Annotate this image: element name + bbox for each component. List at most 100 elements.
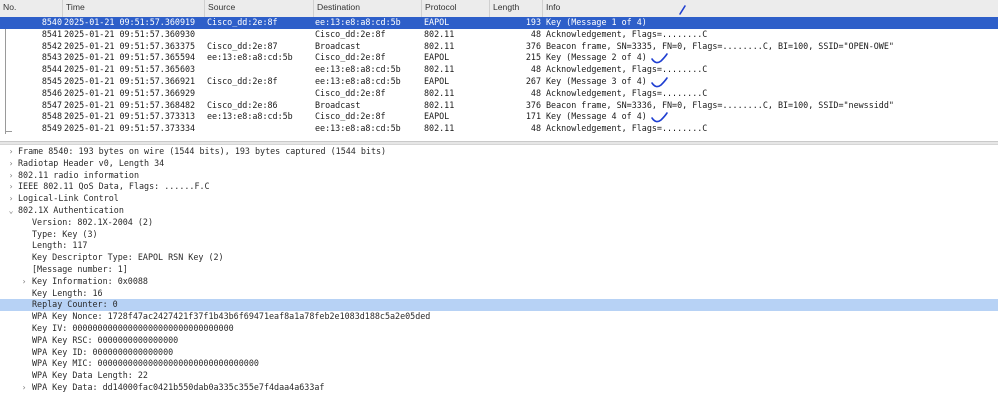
packet-length: 48	[530, 123, 541, 134]
packet-destination: Cisco_dd:2e:8f	[315, 28, 386, 39]
packet-row[interactable]: 8546 2025-01-21 09:51:57.366929 Cisco_dd…	[0, 88, 998, 100]
packet-length: 193	[525, 17, 541, 27]
chevron-right-icon[interactable]: ›	[6, 170, 16, 182]
tree-item-label: Length: 117	[32, 240, 88, 251]
tree-item-label: Type: Key (3)	[32, 228, 98, 239]
packet-info: Key (Message 1 of 4)	[546, 17, 647, 27]
chevron-right-icon[interactable]: ›	[6, 181, 16, 193]
tree-item-radiotap[interactable]: › Radiotap Header v0, Length 34	[0, 158, 998, 170]
tree-field[interactable]: Key Length: 16	[0, 288, 998, 300]
packet-source: Cisco_dd:2e:8f	[207, 75, 278, 86]
tree-item-label: Key Information: 0x0088	[32, 275, 148, 286]
tree-item-key-information[interactable]: › Key Information: 0x0088	[0, 276, 998, 288]
packet-length: 171	[525, 111, 541, 122]
packet-protocol: 802.11	[424, 28, 455, 39]
tree-item-label: Key Descriptor Type: EAPOL RSN Key (2)	[32, 252, 224, 263]
tree-field[interactable]: WPA Key Nonce: 1728f47ac2427421f37f1b43b…	[0, 311, 998, 323]
packet-destination: Cisco_dd:2e:8f	[315, 52, 386, 63]
packet-no: 8546	[41, 87, 62, 98]
tree-item-radio-info[interactable]: › 802.11 radio information	[0, 170, 998, 182]
tree-field-selected[interactable]: Replay Counter: 0	[0, 299, 998, 312]
chevron-right-icon[interactable]: ›	[6, 146, 16, 158]
packet-length: 48	[530, 87, 541, 98]
column-header-destination[interactable]: Destination	[313, 0, 421, 17]
packet-info: Acknowledgement, Flags=........C	[546, 87, 708, 98]
packet-row[interactable]: 8547 2025-01-21 09:51:57.368482 Cisco_dd…	[0, 100, 998, 112]
tree-item-label: 802.11 radio information	[18, 169, 140, 180]
packet-source: Cisco_dd:2e:86	[207, 99, 278, 110]
tree-field[interactable]: Type: Key (3)	[0, 229, 998, 241]
packet-info: Key (Message 3 of 4)	[546, 75, 647, 86]
packet-row[interactable]: 8543 2025-01-21 09:51:57.365594 ee:13:e8…	[0, 52, 998, 64]
tree-item-frame[interactable]: › Frame 8540: 193 bytes on wire (1544 bi…	[0, 146, 998, 158]
column-header-source[interactable]: Source	[204, 0, 313, 17]
packet-no: 8548	[41, 111, 62, 122]
packet-time: 2025-01-21 09:51:57.365603	[64, 64, 196, 75]
packet-destination: Cisco_dd:2e:8f	[315, 87, 386, 98]
packet-list-pane[interactable]: No. Time Source Destination Protocol Len…	[0, 0, 998, 142]
tree-item-label: WPA Key Nonce: 1728f47ac2427421f37f1b43b…	[32, 311, 431, 322]
packet-destination: ee:13:e8:a8:cd:5b	[315, 75, 401, 86]
tree-item-8021x[interactable]: ⌄ 802.1X Authentication	[0, 205, 998, 217]
tree-item-label: Radiotap Header v0, Length 34	[18, 157, 165, 168]
packet-destination: ee:13:e8:a8:cd:5b	[315, 17, 401, 27]
packet-time: 2025-01-21 09:51:57.366929	[64, 87, 196, 98]
column-header-info[interactable]: Info	[542, 0, 998, 17]
tree-item-key-data[interactable]: › WPA Key Data: dd14000fac0421b550dab0a3…	[0, 382, 998, 394]
packet-row[interactable]: 8549 2025-01-21 09:51:57.373334 ee:13:e8…	[0, 123, 998, 135]
tree-field[interactable]: WPA Key ID: 0000000000000000	[0, 347, 998, 359]
packet-row[interactable]: 8545 2025-01-21 09:51:57.366921 Cisco_dd…	[0, 76, 998, 88]
chevron-right-icon[interactable]: ›	[6, 193, 16, 205]
packet-info: Acknowledgement, Flags=........C	[546, 64, 708, 75]
chevron-right-icon[interactable]: ›	[19, 382, 29, 394]
packet-source: ee:13:e8:a8:cd:5b	[207, 111, 293, 122]
packet-protocol: 802.11	[424, 123, 455, 134]
packet-no: 8541	[41, 28, 62, 39]
tree-field[interactable]: WPA Key Data Length: 22	[0, 370, 998, 382]
packet-row[interactable]: 8542 2025-01-21 09:51:57.363375 Cisco_dd…	[0, 41, 998, 53]
packet-source: ee:13:e8:a8:cd:5b	[207, 52, 293, 63]
packet-length: 215	[525, 52, 541, 63]
packet-protocol: EAPOL	[424, 111, 450, 122]
packet-row[interactable]: 8541 2025-01-21 09:51:57.360930 Cisco_dd…	[0, 29, 998, 41]
tree-item-label: Frame 8540: 193 bytes on wire (1544 bits…	[18, 146, 387, 156]
packet-time: 2025-01-21 09:51:57.360919	[64, 17, 196, 27]
chevron-right-icon[interactable]: ›	[6, 158, 16, 170]
tree-item-label: WPA Key ID: 0000000000000000	[32, 346, 174, 357]
packet-destination: ee:13:e8:a8:cd:5b	[315, 64, 401, 75]
packet-info: Key (Message 2 of 4)	[546, 52, 647, 63]
tree-field[interactable]: Version: 802.1X-2004 (2)	[0, 217, 998, 229]
tree-item-llc[interactable]: › Logical-Link Control	[0, 193, 998, 205]
packet-details-pane[interactable]: › Frame 8540: 193 bytes on wire (1544 bi…	[0, 146, 998, 394]
packet-no: 8545	[41, 75, 62, 86]
tree-field[interactable]: [Message number: 1]	[0, 264, 998, 276]
packet-destination: ee:13:e8:a8:cd:5b	[315, 123, 401, 134]
packet-info: Key (Message 4 of 4)	[546, 111, 647, 122]
tree-field[interactable]: WPA Key MIC: 000000000000000000000000000…	[0, 358, 998, 370]
packet-row[interactable]: 8540 2025-01-21 09:51:57.360919 Cisco_dd…	[0, 17, 998, 29]
packet-time: 2025-01-21 09:51:57.365594	[64, 52, 196, 63]
tree-field[interactable]: Length: 117	[0, 240, 998, 252]
packet-info: Beacon frame, SN=3336, FN=0, Flags=.....…	[546, 99, 894, 110]
packet-row[interactable]: 8548 2025-01-21 09:51:57.373313 ee:13:e8…	[0, 111, 998, 123]
packet-time: 2025-01-21 09:51:57.360930	[64, 28, 196, 39]
column-header-length[interactable]: Length	[489, 0, 542, 17]
pane-splitter[interactable]	[0, 141, 998, 145]
packet-length: 48	[530, 28, 541, 39]
tree-field[interactable]: Key IV: 00000000000000000000000000000000	[0, 323, 998, 335]
tree-item-label: [Message number: 1]	[32, 263, 128, 274]
column-header-protocol[interactable]: Protocol	[421, 0, 489, 17]
chevron-down-icon[interactable]: ⌄	[6, 205, 16, 217]
chevron-right-icon[interactable]: ›	[19, 276, 29, 288]
tree-item-label: 802.1X Authentication	[18, 204, 124, 215]
tree-field[interactable]: WPA Key RSC: 0000000000000000	[0, 335, 998, 347]
packet-no: 8544	[41, 64, 62, 75]
packet-no: 8549	[41, 123, 62, 134]
tree-field[interactable]: Key Descriptor Type: EAPOL RSN Key (2)	[0, 252, 998, 264]
column-header-time[interactable]: Time	[62, 0, 204, 17]
packet-row[interactable]: 8544 2025-01-21 09:51:57.365603 ee:13:e8…	[0, 64, 998, 76]
packet-no: 8540	[41, 17, 62, 27]
tree-item-ieee80211[interactable]: › IEEE 802.11 QoS Data, Flags: ......F.C	[0, 181, 998, 193]
column-header-no[interactable]: No.	[0, 0, 62, 17]
packet-time: 2025-01-21 09:51:57.363375	[64, 40, 196, 51]
